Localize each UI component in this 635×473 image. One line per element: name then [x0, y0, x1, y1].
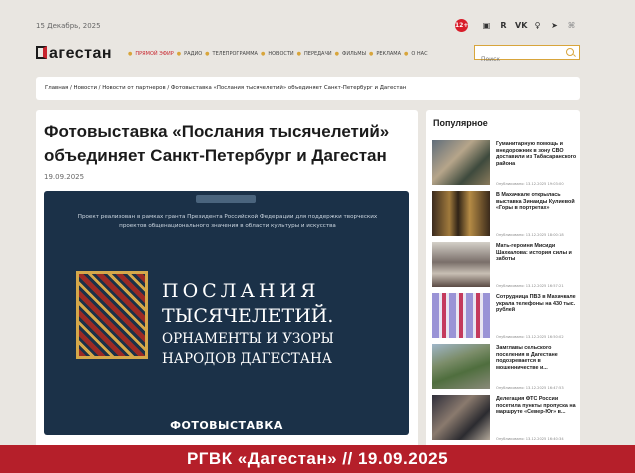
popular-item-date: Опубликовано: 13.12.2025 19:03:00: [496, 182, 564, 186]
vk-icon[interactable]: VK: [515, 20, 527, 32]
rutube-icon[interactable]: R: [498, 20, 509, 32]
nav-radio[interactable]: радио: [184, 51, 202, 57]
popular-item-title[interactable]: Мать-героиня Мисиди Шахкалова: история с…: [496, 243, 578, 263]
popular-item-title[interactable]: Сотрудница ПВЗ в Махачкале украла телефо…: [496, 294, 578, 314]
popular-item-date: Опубликовано: 13.12.2025 16:50:02: [496, 335, 564, 339]
rss-icon[interactable]: ⌘: [566, 20, 577, 32]
article-image[interactable]: Проект реализован в рамках гранта Презид…: [44, 191, 409, 435]
nav-films[interactable]: фильмы: [342, 51, 366, 57]
nav-ads[interactable]: реклама: [376, 51, 401, 57]
popular-item-date: Опубликовано: 13.12.2025 16:57:21: [496, 284, 564, 288]
news-thumbnail[interactable]: [432, 191, 490, 236]
popular-item[interactable]: Сотрудница ПВЗ в Махачкале украла телефо…: [432, 293, 578, 339]
popular-item-date: Опубликовано: 13.12.2025 18:00:18: [496, 233, 564, 237]
news-thumbnail[interactable]: [432, 242, 490, 287]
poster-line-1: ПОСЛАНИЯ: [162, 280, 320, 302]
current-date: 15 Декабрь, 2025: [36, 22, 101, 30]
popular-item-date: Опубликовано: 13.12.2025 16:40:34: [496, 437, 564, 441]
odnoklassniki-icon[interactable]: ♀: [532, 20, 543, 32]
article-card: Фотовыставка «Послания тысячелетий» объе…: [36, 110, 418, 450]
telegram-icon[interactable]: ➤: [549, 20, 560, 32]
poster-footer: ФОТОВЫСТАВКА: [170, 419, 283, 432]
sidebar-title: Популярное: [433, 118, 488, 128]
poster-logo-icon: [196, 195, 256, 203]
ok-icon[interactable]: ▣: [481, 20, 492, 32]
popular-item[interactable]: Гуманитарную помощь и внедорожник в зону…: [432, 140, 578, 186]
poster-line-4: НАРОДОВ ДАГЕСТАНА: [162, 351, 332, 367]
popular-item-title[interactable]: Гуманитарную помощь и внедорожник в зону…: [496, 141, 578, 167]
social-links: ▣ R VK ♀ ➤ ⌘: [481, 20, 577, 32]
age-rating-badge: 12+: [455, 19, 468, 32]
popular-item[interactable]: Мать-героиня Мисиди Шахкалова: история с…: [432, 242, 578, 288]
popular-item[interactable]: В Махачкале открылась выставка Зинаиды К…: [432, 191, 578, 237]
main-nav: ● прямой эфир ● радио ● телепрограмма ● ново…: [128, 51, 428, 57]
nav-about[interactable]: о нас: [411, 51, 427, 57]
site-header: агестан ● прямой эфир ● радио ● телепрограм…: [0, 40, 635, 67]
popular-item-title[interactable]: Делегация ФТС России посетила пункты про…: [496, 396, 578, 416]
news-thumbnail[interactable]: [432, 140, 490, 185]
news-thumbnail[interactable]: [432, 344, 490, 389]
news-thumbnail[interactable]: [432, 293, 490, 338]
popular-item-title[interactable]: Замглавы сельского поселения в Дагестане…: [496, 345, 578, 371]
breadcrumb[interactable]: Главная / Новости / Новости от партнеров…: [36, 77, 580, 100]
search-input[interactable]: [479, 55, 563, 64]
popular-item-date: Опубликовано: 13.12.2025 16:47:53: [496, 386, 564, 390]
nav-tv-schedule[interactable]: телепрограмма: [213, 51, 258, 57]
nav-shows[interactable]: передачи: [304, 51, 332, 57]
logo-mark-icon: [36, 46, 47, 59]
popular-item[interactable]: Замглавы сельского поселения в Дагестане…: [432, 344, 578, 390]
page-title: Фотовыставка «Послания тысячелетий» объе…: [44, 122, 390, 165]
nav-news[interactable]: новости: [268, 51, 293, 57]
search-icon[interactable]: [566, 48, 574, 56]
popular-item[interactable]: Делегация ФТС России посетила пункты про…: [432, 395, 578, 441]
poster-line-2: ТЫСЯЧЕЛЕТИЙ.: [162, 305, 334, 327]
carpet-ornament-icon: [76, 271, 148, 359]
site-logo[interactable]: агестан: [36, 45, 112, 63]
popular-item-title[interactable]: В Махачкале открылась выставка Зинаиды К…: [496, 192, 578, 212]
popular-sidebar: Популярное Гуманитарную помощь и внедоро…: [426, 110, 580, 450]
poster-line-3: ОРНАМЕНТЫ И УЗОРЫ: [162, 331, 334, 347]
news-thumbnail[interactable]: [432, 395, 490, 440]
poster-description: Проект реализован в рамках гранта Презид…: [77, 214, 378, 229]
top-bar: 15 Декабрь, 2025 12+ ▣ R VK ♀ ➤ ⌘: [0, 14, 635, 40]
article-date: 19.09.2025: [44, 173, 85, 181]
search-box: [474, 45, 580, 64]
poster-heading: ПОСЛАНИЯ ТЫСЯЧЕЛЕТИЙ. ОРНАМЕНТЫ И УЗОРЫ …: [162, 279, 402, 369]
nav-live[interactable]: прямой эфир: [135, 51, 173, 57]
broadcast-banner: РГВК «Дагестан» // 19.09.2025: [0, 445, 635, 473]
